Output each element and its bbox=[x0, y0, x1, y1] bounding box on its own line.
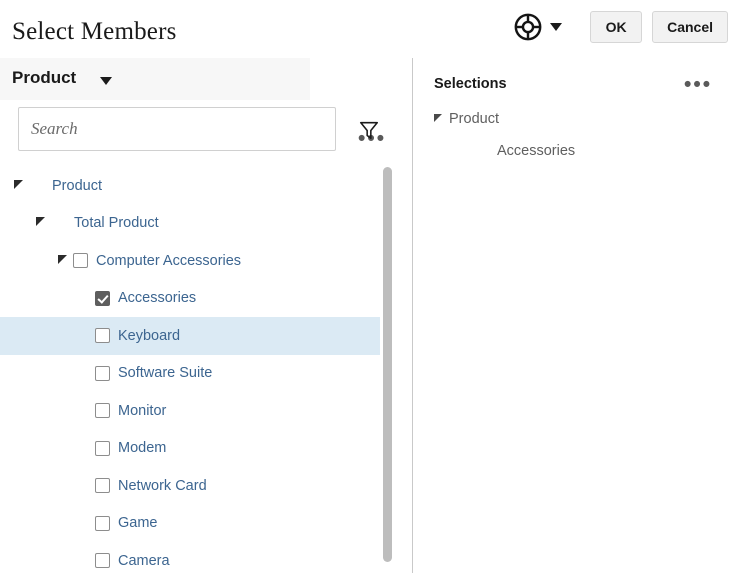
tree-row[interactable]: Monitor bbox=[0, 392, 380, 430]
chevron-down-icon[interactable] bbox=[100, 77, 112, 85]
selection-row[interactable]: Accessories bbox=[434, 132, 724, 170]
ok-button[interactable]: OK bbox=[590, 11, 642, 43]
life-ring-help-icon[interactable] bbox=[513, 12, 543, 42]
selection-row[interactable]: Product bbox=[434, 106, 724, 132]
help-menu[interactable] bbox=[513, 12, 562, 42]
chevron-down-icon[interactable] bbox=[550, 23, 562, 31]
cancel-button[interactable]: Cancel bbox=[652, 11, 728, 43]
tree-row[interactable]: Computer Accessories bbox=[0, 242, 380, 280]
tree-row[interactable]: Keyboard bbox=[0, 317, 380, 355]
tree-node-label: Accessories bbox=[118, 290, 196, 306]
tree-expand-triangle-icon[interactable] bbox=[58, 255, 67, 264]
selection-label: Accessories bbox=[497, 143, 575, 159]
tree-row[interactable]: Software Suite bbox=[0, 355, 380, 393]
member-checkbox[interactable] bbox=[95, 291, 110, 306]
tree-expand-triangle-icon[interactable] bbox=[14, 180, 23, 189]
member-checkbox[interactable] bbox=[95, 328, 110, 343]
tree-node-label: Modem bbox=[118, 440, 166, 456]
member-checkbox[interactable] bbox=[95, 366, 110, 381]
tree-row[interactable]: Product bbox=[0, 167, 380, 205]
member-checkbox[interactable] bbox=[73, 253, 88, 268]
dialog-header-actions: OK Cancel bbox=[513, 11, 728, 43]
member-checkbox[interactable] bbox=[95, 441, 110, 456]
member-checkbox[interactable] bbox=[95, 553, 110, 568]
tree-node-label: Network Card bbox=[118, 478, 207, 494]
member-tree-scrollbar-thumb[interactable] bbox=[383, 167, 392, 562]
selection-expand-triangle-icon[interactable] bbox=[434, 114, 442, 122]
dialog-header: Select Members OK Cancel bbox=[0, 0, 734, 58]
member-checkbox[interactable] bbox=[95, 478, 110, 493]
member-checkbox[interactable] bbox=[95, 403, 110, 418]
funnel-filter-icon[interactable] bbox=[358, 119, 380, 141]
member-browser-panel: Product ••• ProductTotal ProductComputer… bbox=[0, 58, 413, 573]
tree-row[interactable]: Total Product bbox=[0, 205, 380, 243]
selections-panel: Selections ••• Product Accessories bbox=[414, 58, 734, 573]
tree-node-label: Product bbox=[52, 178, 102, 194]
tree-row[interactable]: Modem bbox=[0, 430, 380, 468]
selections-overflow-menu-icon[interactable]: ••• bbox=[684, 74, 712, 95]
dimension-label[interactable]: Product bbox=[12, 68, 76, 88]
selections-tree[interactable]: Product Accessories bbox=[434, 106, 724, 170]
tree-row[interactable]: Accessories bbox=[0, 280, 380, 318]
member-tree-scrollbar[interactable] bbox=[383, 167, 392, 573]
tree-node-label: Keyboard bbox=[118, 328, 180, 344]
tree-node-label: Monitor bbox=[118, 403, 166, 419]
member-tree[interactable]: Product Total Product Computer Accessories… bbox=[0, 167, 394, 573]
tree-row[interactable]: Camera bbox=[0, 542, 380, 573]
selection-label: Product bbox=[449, 111, 499, 127]
tree-node-label: Computer Accessories bbox=[96, 253, 241, 269]
tree-row[interactable]: Network Card bbox=[0, 467, 380, 505]
tree-row[interactable]: Game bbox=[0, 505, 380, 543]
selections-title: Selections bbox=[434, 76, 507, 92]
tree-node-label: Game bbox=[118, 515, 158, 531]
member-checkbox[interactable] bbox=[95, 516, 110, 531]
tree-node-label: Camera bbox=[118, 553, 170, 569]
tree-node-label: Total Product bbox=[74, 215, 159, 231]
tree-node-label: Software Suite bbox=[118, 365, 212, 381]
search-row bbox=[0, 107, 413, 153]
search-input[interactable] bbox=[18, 107, 336, 151]
tree-expand-triangle-icon[interactable] bbox=[36, 217, 45, 226]
page-title: Select Members bbox=[12, 18, 177, 46]
